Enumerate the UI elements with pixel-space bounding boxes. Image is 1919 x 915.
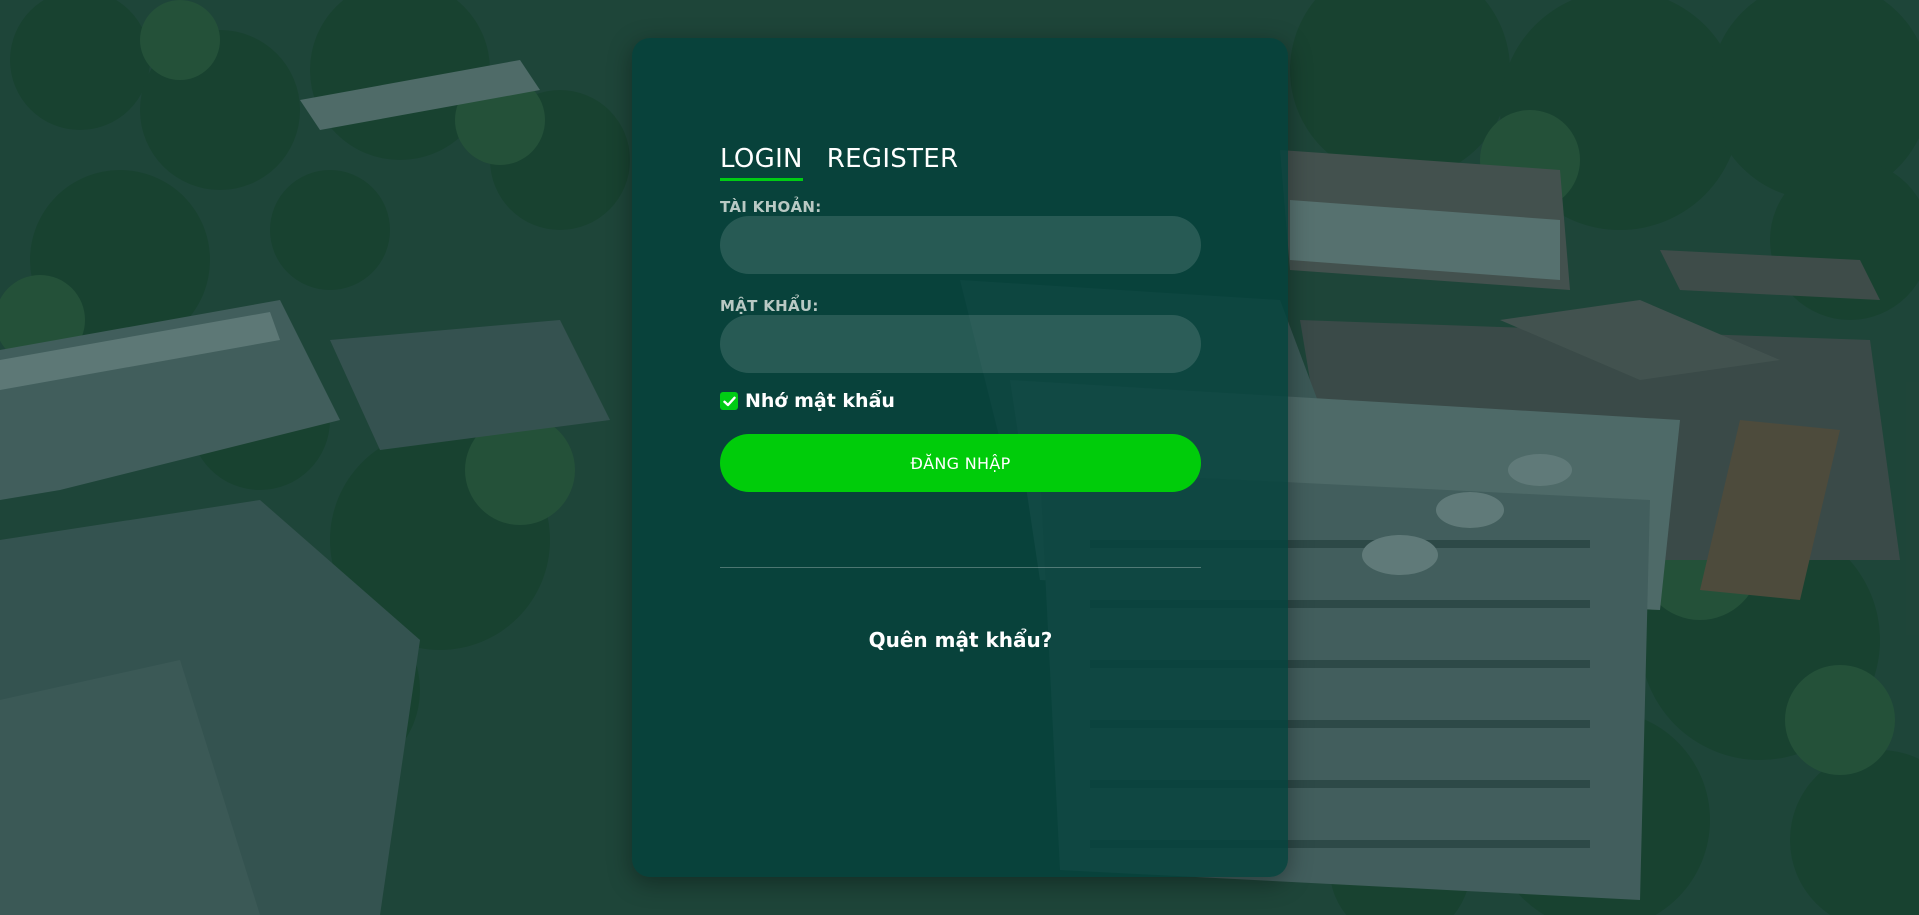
check-icon[interactable]	[720, 392, 738, 410]
tab-register[interactable]: REGISTER	[827, 144, 959, 181]
password-label: MẬT KHẨU:	[720, 297, 819, 315]
login-button[interactable]: ĐĂNG NHẬP	[720, 434, 1201, 492]
account-input[interactable]	[720, 216, 1201, 274]
account-label: TÀI KHOẢN:	[720, 198, 822, 216]
forgot-password-link[interactable]: Quên mật khẩu?	[720, 628, 1201, 652]
password-input[interactable]	[720, 315, 1201, 373]
auth-tabs: LOGIN REGISTER	[720, 144, 958, 181]
tab-login[interactable]: LOGIN	[720, 144, 803, 181]
divider	[720, 567, 1201, 568]
login-card: LOGIN REGISTER TÀI KHOẢN: MẬT KHẨU: Nhớ …	[632, 38, 1288, 877]
remember-me-label: Nhớ mật khẩu	[745, 390, 895, 412]
remember-me-checkbox[interactable]: Nhớ mật khẩu	[720, 390, 895, 412]
